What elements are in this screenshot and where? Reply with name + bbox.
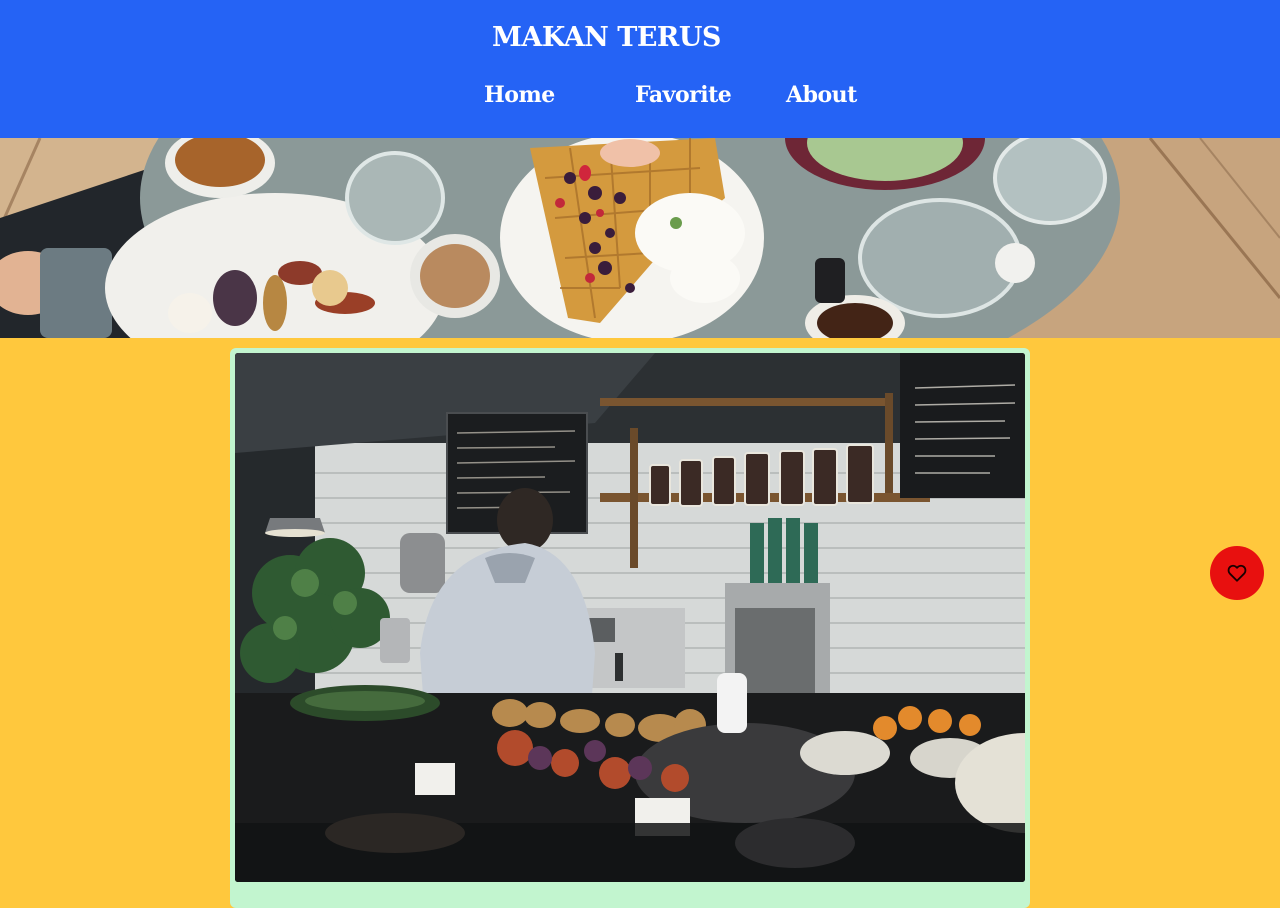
heart-outline-icon [1227,564,1247,582]
nav-home-link[interactable]: Home [484,82,555,108]
brand-title: MAKAN TERUS [492,22,721,53]
hero-banner [0,138,1280,338]
app-header: MAKAN TERUS Home Favorite About [0,0,1280,138]
restaurant-card[interactable] [230,348,1030,908]
hero-image [0,138,1280,338]
cafe-counter-photo [235,353,1025,882]
restaurant-image[interactable] [235,353,1025,882]
nav-favorite-link[interactable]: Favorite [635,82,732,108]
nav-about-link[interactable]: About [786,82,857,108]
favorite-button[interactable] [1210,546,1264,600]
